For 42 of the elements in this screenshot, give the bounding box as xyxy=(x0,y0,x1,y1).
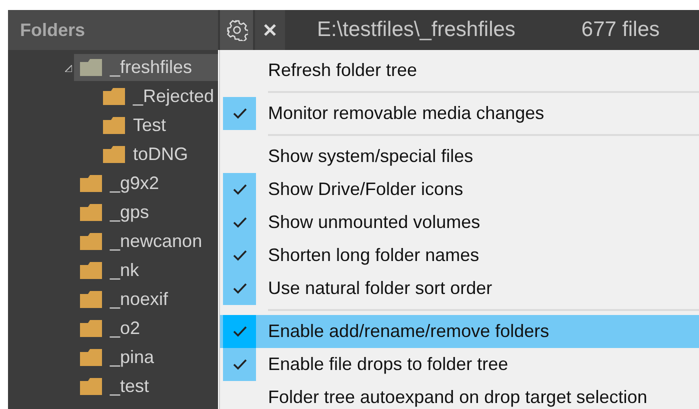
panel-title: Folders xyxy=(8,10,218,50)
tree-item[interactable]: _gps xyxy=(74,199,218,226)
folder-icon xyxy=(80,378,102,395)
tree-item[interactable]: _noexif xyxy=(74,286,218,313)
menu-item[interactable]: Shorten long folder names xyxy=(220,239,699,272)
folder-icon xyxy=(80,233,102,250)
folder-icon xyxy=(80,320,102,337)
tree-item[interactable]: toDNG xyxy=(97,141,218,168)
menu-item[interactable]: Enable add/rename/remove folders xyxy=(220,315,699,348)
menu-item[interactable]: Show Drive/Folder icons xyxy=(220,173,699,206)
tree-item[interactable]: _g9x2 xyxy=(74,170,218,197)
menu-item[interactable]: Use natural folder sort order xyxy=(220,272,699,305)
folder-icon xyxy=(80,262,102,279)
folder-icon xyxy=(103,117,125,134)
close-icon xyxy=(264,24,276,36)
folder-icon xyxy=(80,349,102,366)
tree-item[interactable]: _Rejected xyxy=(97,83,218,110)
close-button[interactable] xyxy=(255,10,285,50)
folder-icon xyxy=(80,175,102,192)
settings-icon xyxy=(226,19,248,41)
menu-item[interactable]: Folder tree autoexpand on drop target selection xyxy=(220,381,699,409)
file-count: 677 files xyxy=(581,18,660,42)
menu-item[interactable]: Refresh folder tree xyxy=(220,54,699,87)
tree-item[interactable]: _nk xyxy=(74,257,218,284)
menu-item[interactable]: Show unmounted volumes xyxy=(220,206,699,239)
tree-item[interactable]: _test xyxy=(74,373,218,400)
menu-item[interactable]: Monitor removable media changes xyxy=(220,97,699,130)
tree-item[interactable]: _o2 xyxy=(74,315,218,342)
tree-item[interactable]: Test xyxy=(97,112,218,139)
settings-button[interactable] xyxy=(220,10,253,50)
menu-item[interactable]: Enable file drops to folder tree xyxy=(220,348,699,381)
folder-icon xyxy=(80,204,102,221)
tree-item[interactable]: _newcanon xyxy=(74,228,218,255)
menu-item[interactable]: Show system/special files xyxy=(220,140,699,173)
tree-item[interactable]: _pina xyxy=(74,344,218,371)
folder-icon xyxy=(103,146,125,163)
folder-icon xyxy=(80,59,102,76)
expander-icon[interactable] xyxy=(64,65,72,72)
tree-item[interactable]: _freshfiles xyxy=(74,54,218,81)
folder-path: E:\testfiles\_freshfiles xyxy=(317,18,516,42)
folder-icon xyxy=(80,291,102,308)
folder-icon xyxy=(103,88,125,105)
